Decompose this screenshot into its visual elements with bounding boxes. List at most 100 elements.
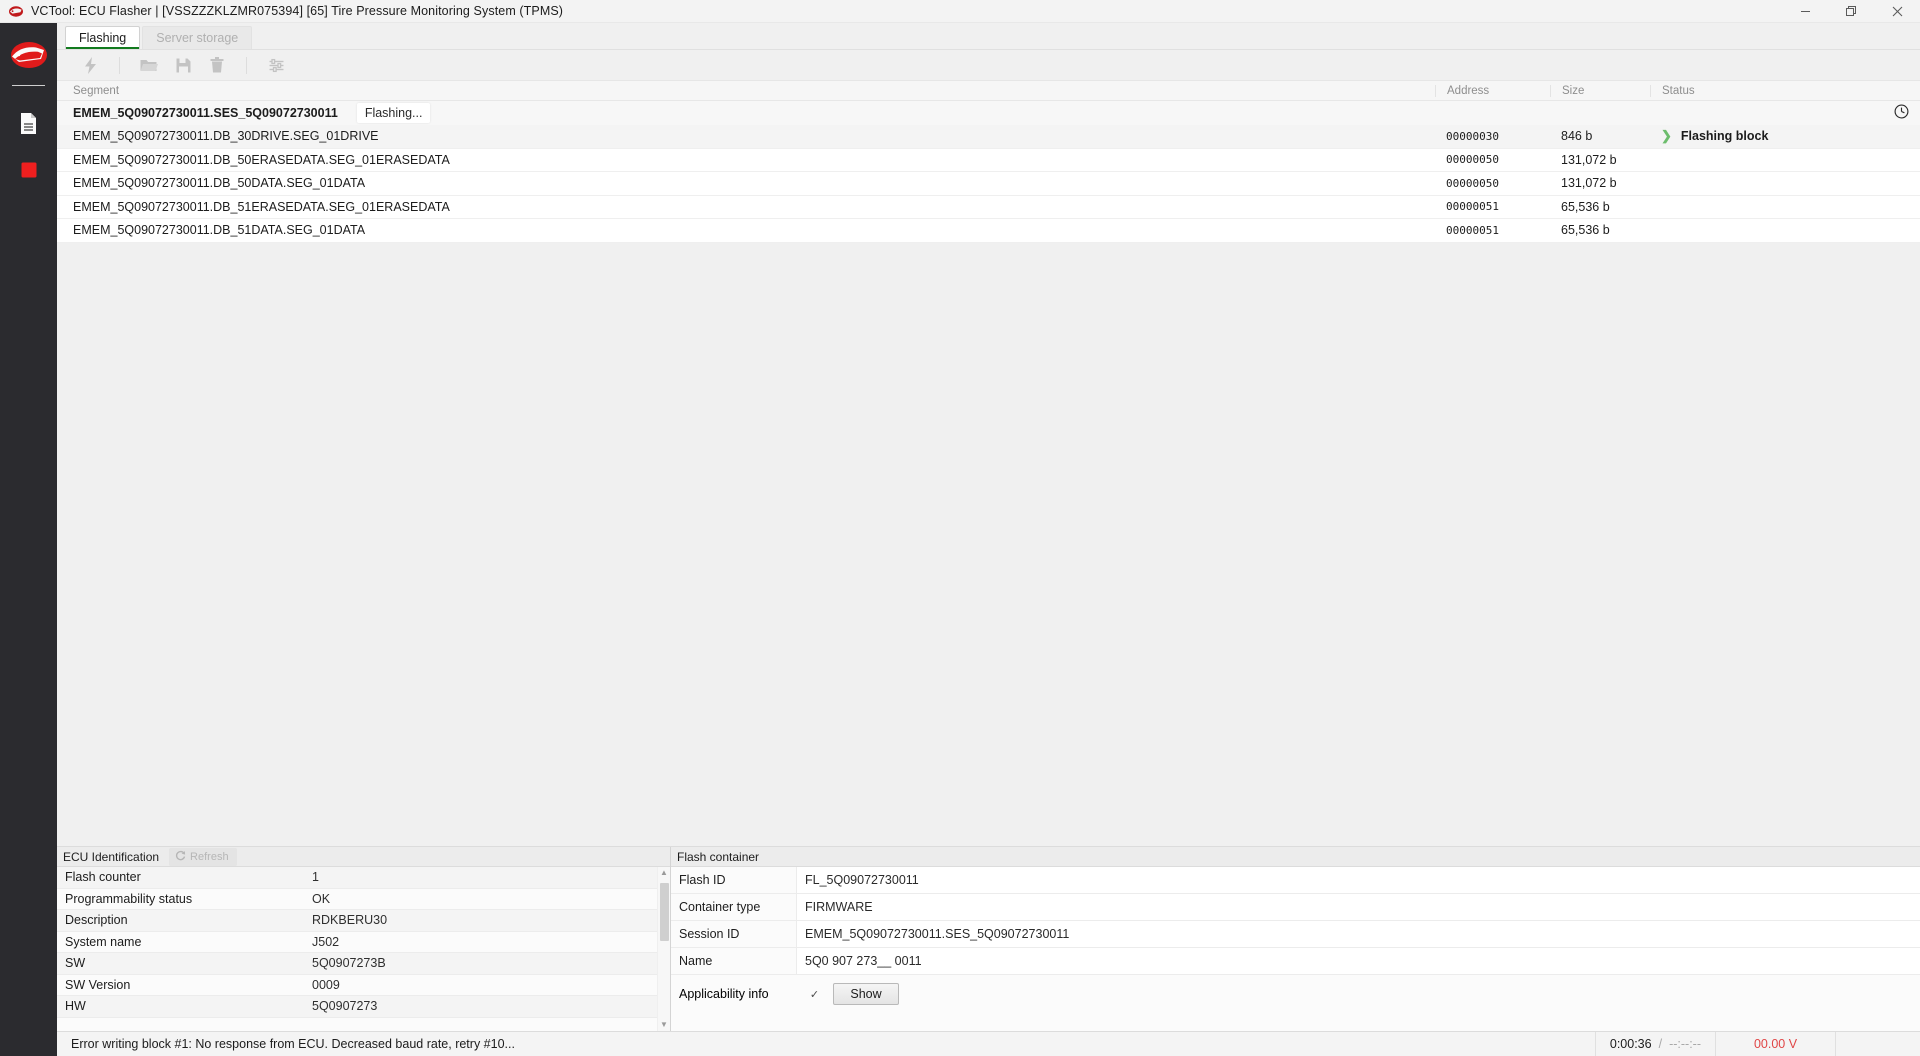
name-field[interactable]: 5Q0 907 273__ 0011 <box>796 948 1920 974</box>
segment-status: ❯ Flashing block <box>1661 128 1920 144</box>
status-badge: Flashing... <box>357 103 431 123</box>
property-key: SW Version <box>57 978 312 992</box>
property-key: Programmability status <box>57 892 312 906</box>
container-type-field[interactable]: FIRMWARE <box>796 894 1920 920</box>
scrollbar-thumb[interactable] <box>660 883 669 941</box>
tab-flashing[interactable]: Flashing <box>65 26 140 49</box>
segment-address: 00000050 <box>1435 177 1550 190</box>
clock-icon[interactable] <box>1894 104 1909 122</box>
list-item[interactable]: SW 5Q0907273B <box>57 953 657 975</box>
segment-address: 00000050 <box>1435 153 1550 166</box>
save-button[interactable] <box>166 52 200 78</box>
segment-size: 65,536 b <box>1550 223 1650 237</box>
property-value: OK <box>312 892 657 906</box>
property-key: HW <box>57 999 312 1013</box>
table-row[interactable]: EMEM_5Q09072730011.DB_50DATA.SEG_01DATA … <box>57 172 1920 196</box>
table-row[interactable]: EMEM_5Q09072730011.DB_51ERASEDATA.SEG_01… <box>57 196 1920 220</box>
sidebar-item-log-document[interactable] <box>10 109 48 143</box>
list-item[interactable]: HW 5Q0907273 <box>57 996 657 1018</box>
toolbar-separator <box>246 57 247 74</box>
list-item[interactable]: SW Version 0009 <box>57 975 657 997</box>
lightning-bolt-icon <box>83 57 98 74</box>
stop-square-icon <box>20 161 38 184</box>
segment-size: 131,072 b <box>1550 176 1650 190</box>
window-titlebar: VCTool: ECU Flasher | [VSSZZZKLZMR075394… <box>0 0 1920 23</box>
ecu-panel-scrollbar[interactable]: ▲ ▼ <box>657 867 670 1031</box>
sliders-settings-icon <box>269 58 284 73</box>
segment-size: 846 b <box>1550 129 1650 143</box>
field-label: Container type <box>671 900 796 914</box>
applicability-checkbox[interactable]: ✓ <box>808 988 821 1001</box>
segment-address: 00000030 <box>1435 130 1550 143</box>
segment-name: EMEM_5Q09072730011.DB_50ERASEDATA.SEG_01… <box>73 153 450 167</box>
minimize-icon[interactable] <box>1782 0 1828 23</box>
list-item: Container type FIRMWARE <box>671 894 1920 921</box>
delete-button[interactable] <box>200 52 234 78</box>
property-key: System name <box>57 935 312 949</box>
voltage-indicator: 00.00 V <box>1715 1032 1835 1056</box>
property-value: J502 <box>312 935 657 949</box>
column-header-address[interactable]: Address <box>1435 85 1550 97</box>
tab-server-storage-label: Server storage <box>156 31 238 45</box>
flash-panel-body: Flash ID FL_5Q09072730011 Container type… <box>671 867 1920 1031</box>
segment-name: EMEM_5Q09072730011.DB_51ERASEDATA.SEG_01… <box>73 200 450 214</box>
session-id-field[interactable]: EMEM_5Q09072730011.SES_5Q09072730011 <box>796 921 1920 947</box>
property-value: 5Q0907273B <box>312 956 657 970</box>
field-label: Name <box>671 954 796 968</box>
segment-size: 131,072 b <box>1550 153 1650 167</box>
tab-server-storage[interactable]: Server storage <box>142 26 252 49</box>
property-value: 1 <box>312 870 657 884</box>
restore-icon[interactable] <box>1828 0 1874 23</box>
main-toolbar <box>57 50 1920 81</box>
vctool-car-logo-icon[interactable] <box>8 35 50 75</box>
property-value: 5Q0907273 <box>312 999 657 1013</box>
elapsed-time-cell: 0:00:36 / --:--:-- <box>1595 1032 1715 1056</box>
ecu-panel-body: Flash counter 1 Programmability status O… <box>57 867 670 1031</box>
ecu-identification-panel: ECU Identification Refresh <box>57 847 671 1031</box>
segment-name: EMEM_5Q09072730011.DB_51DATA.SEG_01DATA <box>73 223 365 237</box>
close-icon[interactable] <box>1874 0 1920 23</box>
table-empty-space <box>57 243 1920 847</box>
list-item[interactable]: Programmability status OK <box>57 889 657 911</box>
refresh-button[interactable]: Refresh <box>169 848 237 866</box>
toolbar-separator <box>119 57 120 74</box>
table-row[interactable]: EMEM_5Q09072730011.DB_30DRIVE.SEG_01DRIV… <box>57 125 1920 149</box>
rail-divider <box>12 85 45 86</box>
list-item[interactable]: Description RDKBERU30 <box>57 910 657 932</box>
refresh-label: Refresh <box>190 851 229 863</box>
property-value: 0009 <box>312 978 657 992</box>
flash-panel-title: Flash container <box>677 850 759 864</box>
scroll-up-icon[interactable]: ▲ <box>660 869 668 877</box>
list-item[interactable]: System name J502 <box>57 932 657 954</box>
flash-button[interactable] <box>73 52 107 78</box>
trash-icon <box>210 57 224 73</box>
floppy-save-icon <box>176 58 191 73</box>
column-header-size[interactable]: Size <box>1550 85 1650 97</box>
chevron-right-icon: ❯ <box>1661 128 1672 144</box>
column-header-status[interactable]: Status <box>1650 85 1920 97</box>
list-item[interactable]: Flash counter 1 <box>57 867 657 889</box>
table-row-container[interactable]: EMEM_5Q09072730011.SES_5Q09072730011 Fla… <box>57 101 1920 125</box>
table-row[interactable]: EMEM_5Q09072730011.DB_51DATA.SEG_01DATA … <box>57 219 1920 243</box>
settings-button[interactable] <box>259 52 293 78</box>
tab-flashing-label: Flashing <box>79 31 126 45</box>
property-key: Flash counter <box>57 870 312 884</box>
column-header-segment[interactable]: Segment <box>57 85 1435 97</box>
list-item: Session ID EMEM_5Q09072730011.SES_5Q0907… <box>671 921 1920 948</box>
sidebar-item-stop-recording[interactable] <box>10 155 48 189</box>
segment-status-label: Flashing block <box>1681 129 1769 143</box>
scroll-down-icon[interactable]: ▼ <box>660 1021 668 1029</box>
elapsed-time: 0:00:36 <box>1610 1037 1652 1051</box>
left-navigation-rail <box>0 23 57 1056</box>
show-button[interactable]: Show <box>833 983 899 1005</box>
document-icon <box>19 112 38 140</box>
property-key: Description <box>57 913 312 927</box>
segment-size: 65,536 b <box>1550 200 1650 214</box>
ecu-panel-header: ECU Identification Refresh <box>57 847 670 867</box>
table-row[interactable]: EMEM_5Q09072730011.DB_50ERASEDATA.SEG_01… <box>57 149 1920 173</box>
flash-id-field[interactable]: FL_5Q09072730011 <box>796 867 1920 893</box>
open-button[interactable] <box>132 52 166 78</box>
field-label: Session ID <box>671 927 796 941</box>
status-bar-tail <box>1835 1032 1920 1056</box>
ecu-panel-title: ECU Identification <box>63 850 159 864</box>
